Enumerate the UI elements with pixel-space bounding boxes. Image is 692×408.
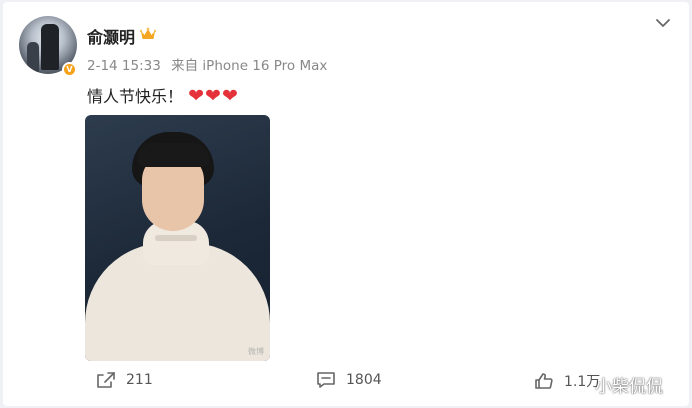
thumbs-up-icon	[535, 373, 553, 389]
post-text-content: 情人节快乐！	[87, 87, 184, 106]
post-timestamp[interactable]: 2-14 15:33	[87, 58, 161, 74]
post-meta: 2-14 15:33 来自 iPhone 16 Pro Max	[87, 54, 333, 74]
photo-fringe	[137, 143, 209, 167]
post-photo[interactable]: 微博	[85, 115, 270, 361]
photo-collar-fold	[155, 235, 197, 241]
heart-emoji-icon: ❤❤❤	[188, 85, 239, 107]
chevron-down-icon[interactable]	[655, 16, 671, 30]
comment-button[interactable]: 1804	[316, 371, 382, 389]
post-source: 来自 iPhone 16 Pro Max	[171, 58, 328, 74]
verified-badge-icon: V	[62, 62, 77, 77]
like-button[interactable]: 1.1万	[534, 371, 600, 391]
post-text: 情人节快乐！ ❤❤❤	[87, 83, 239, 107]
crown-icon	[140, 27, 156, 39]
avatar-figure-secondary	[27, 42, 39, 72]
weibo-post-card: V 俞灏明 2-14 15:33 来自 iPhone 16 Pro Max 情人…	[3, 2, 689, 406]
share-icon	[97, 372, 115, 388]
comment-count: 1804	[346, 372, 382, 388]
avatar-figure	[41, 24, 59, 70]
share-button[interactable]: 211	[96, 371, 153, 389]
share-count: 211	[126, 372, 153, 388]
author-name[interactable]: 俞灏明	[87, 24, 135, 48]
overlay-watermark: 小柴侃侃	[595, 377, 663, 397]
photo-watermark: 微博	[248, 347, 264, 356]
comment-icon	[317, 372, 335, 388]
